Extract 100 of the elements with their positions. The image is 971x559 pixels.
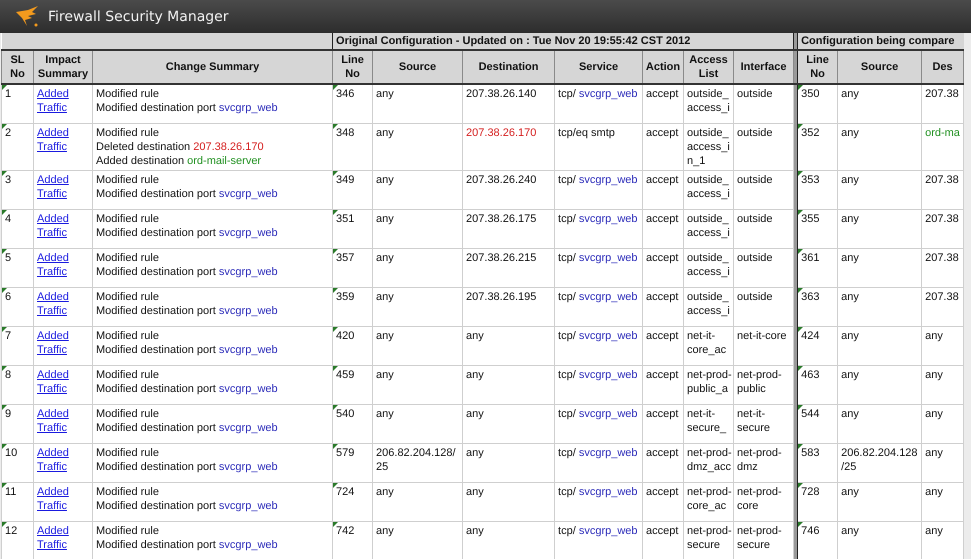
service-cell: tcp/eq smtp	[554, 124, 643, 170]
row-number-cell: 8	[2, 366, 34, 404]
corner-marker-icon	[798, 522, 804, 527]
change-summary-line: Deleted destination 207.38.26.170	[96, 140, 265, 154]
access-list-cell: outside_access_i	[684, 248, 734, 288]
line-number-cell: 349	[332, 170, 373, 210]
destination-text: ord-ma	[925, 127, 960, 139]
source-cell: any	[372, 210, 463, 248]
corner-marker-icon	[798, 327, 804, 332]
source-cell: any	[372, 170, 463, 210]
corner-marker-icon	[798, 405, 804, 410]
destination-text: 207.38.26.140	[466, 88, 536, 100]
access-list-cell: net-prod-public_a	[684, 366, 734, 404]
column-header: Line No	[332, 50, 373, 84]
line-number-cell: 353	[798, 170, 838, 210]
destination-text: 207.38	[925, 252, 959, 264]
corner-marker-icon	[2, 124, 7, 129]
group-header: Configuration being compare	[798, 33, 964, 50]
source-cell: any	[838, 124, 922, 170]
source-cell: any	[372, 326, 463, 366]
line-number-cell: 463	[798, 366, 838, 404]
row-number-cell: 3	[2, 170, 34, 210]
destination-text: any	[466, 447, 484, 459]
corner-marker-icon	[333, 249, 338, 254]
source-cell: 206.82.204.128/25	[838, 444, 922, 482]
source-cell: 206.82.204.128/25	[372, 444, 463, 482]
change-summary-line: Modified rule	[96, 251, 160, 265]
destination-text: 207.38.26.195	[466, 291, 536, 303]
access-list-cell: outside_access_in_1	[684, 124, 734, 170]
destination-text: any	[466, 408, 484, 420]
access-list-cell: net-prod-dmz_acc	[684, 444, 734, 482]
action-cell: accept	[642, 482, 684, 522]
change-summary-line: Modified destination port svcgrp_web	[96, 304, 279, 318]
column-header: Destination	[462, 50, 555, 84]
line-number-cell: 728	[798, 482, 838, 522]
action-cell: accept	[642, 170, 684, 210]
destination-text: any	[925, 486, 943, 498]
destination-text: any	[466, 369, 484, 381]
change-summary-line: Modified destination port svcgrp_web	[96, 226, 279, 240]
window-title: Firewall Security Manager	[48, 8, 229, 24]
corner-marker-icon	[333, 522, 338, 527]
line-number-cell: 420	[332, 326, 373, 366]
corner-marker-icon	[798, 249, 804, 254]
source-cell: any	[838, 84, 922, 124]
change-summary-line: Modified destination port svcgrp_web	[96, 460, 279, 474]
corner-marker-icon	[798, 85, 804, 90]
access-list-cell: net-prod-core_ac	[684, 482, 734, 522]
column-header: Source	[372, 50, 463, 84]
destination-text: 207.38.26.175	[466, 213, 536, 225]
corner-marker-icon	[2, 522, 7, 527]
source-cell: any	[372, 84, 463, 124]
source-cell: any	[372, 404, 463, 444]
corner-marker-icon	[2, 327, 7, 332]
action-cell: accept	[642, 288, 684, 326]
corner-marker-icon	[2, 483, 7, 488]
corner-marker-icon	[2, 171, 7, 176]
corner-marker-icon	[798, 124, 804, 129]
service-cell: tcp/ svcgrp_web	[554, 444, 643, 482]
action-cell: accept	[642, 444, 684, 482]
destination-text: any	[925, 525, 943, 537]
corner-marker-icon	[333, 124, 338, 129]
change-summary-line: Modified destination port svcgrp_web	[96, 343, 279, 357]
corner-marker-icon	[798, 210, 804, 215]
destination-text: any	[466, 330, 484, 342]
destination-text: 207.38	[925, 213, 959, 225]
corner-marker-icon	[798, 444, 804, 449]
corner-marker-icon	[333, 210, 338, 215]
source-cell: any	[838, 326, 922, 366]
line-number-cell: 351	[332, 210, 373, 248]
change-summary-line: Modified rule	[96, 368, 160, 382]
destination-text: 207.38	[925, 174, 959, 186]
destination-text: 207.38.26.170	[466, 127, 536, 139]
access-list-cell: outside_access_i	[684, 288, 734, 326]
change-summary-line: Modified rule	[96, 290, 160, 304]
line-number-cell: 583	[798, 444, 838, 482]
line-number-cell: 579	[332, 444, 373, 482]
corner-marker-icon	[2, 444, 7, 449]
change-summary-line: Modified rule	[96, 126, 160, 140]
source-cell: any	[838, 210, 922, 248]
change-summary-line: Modified destination port svcgrp_web	[96, 538, 279, 552]
corner-marker-icon	[333, 327, 338, 332]
access-list-cell: net-it-secure_	[684, 404, 734, 444]
row-number-cell: 10	[2, 444, 34, 482]
corner-marker-icon	[2, 210, 7, 215]
source-cell: any	[838, 288, 922, 326]
line-number-cell: 724	[332, 482, 373, 522]
destination-text: any	[925, 369, 943, 381]
corner-marker-icon	[2, 366, 7, 371]
source-cell: any	[372, 248, 463, 288]
action-cell: accept	[642, 210, 684, 248]
column-header: Des	[922, 50, 964, 84]
corner-marker-icon	[333, 366, 338, 371]
service-cell: tcp/ svcgrp_web	[554, 288, 643, 326]
line-number-cell: 459	[332, 366, 373, 404]
line-number-cell: 424	[798, 326, 838, 366]
column-header: Service	[554, 50, 643, 84]
row-number-cell: 4	[2, 210, 34, 248]
column-header: Interface	[734, 50, 794, 84]
corner-marker-icon	[2, 405, 7, 410]
change-summary-line: Modified destination port svcgrp_web	[96, 101, 279, 115]
